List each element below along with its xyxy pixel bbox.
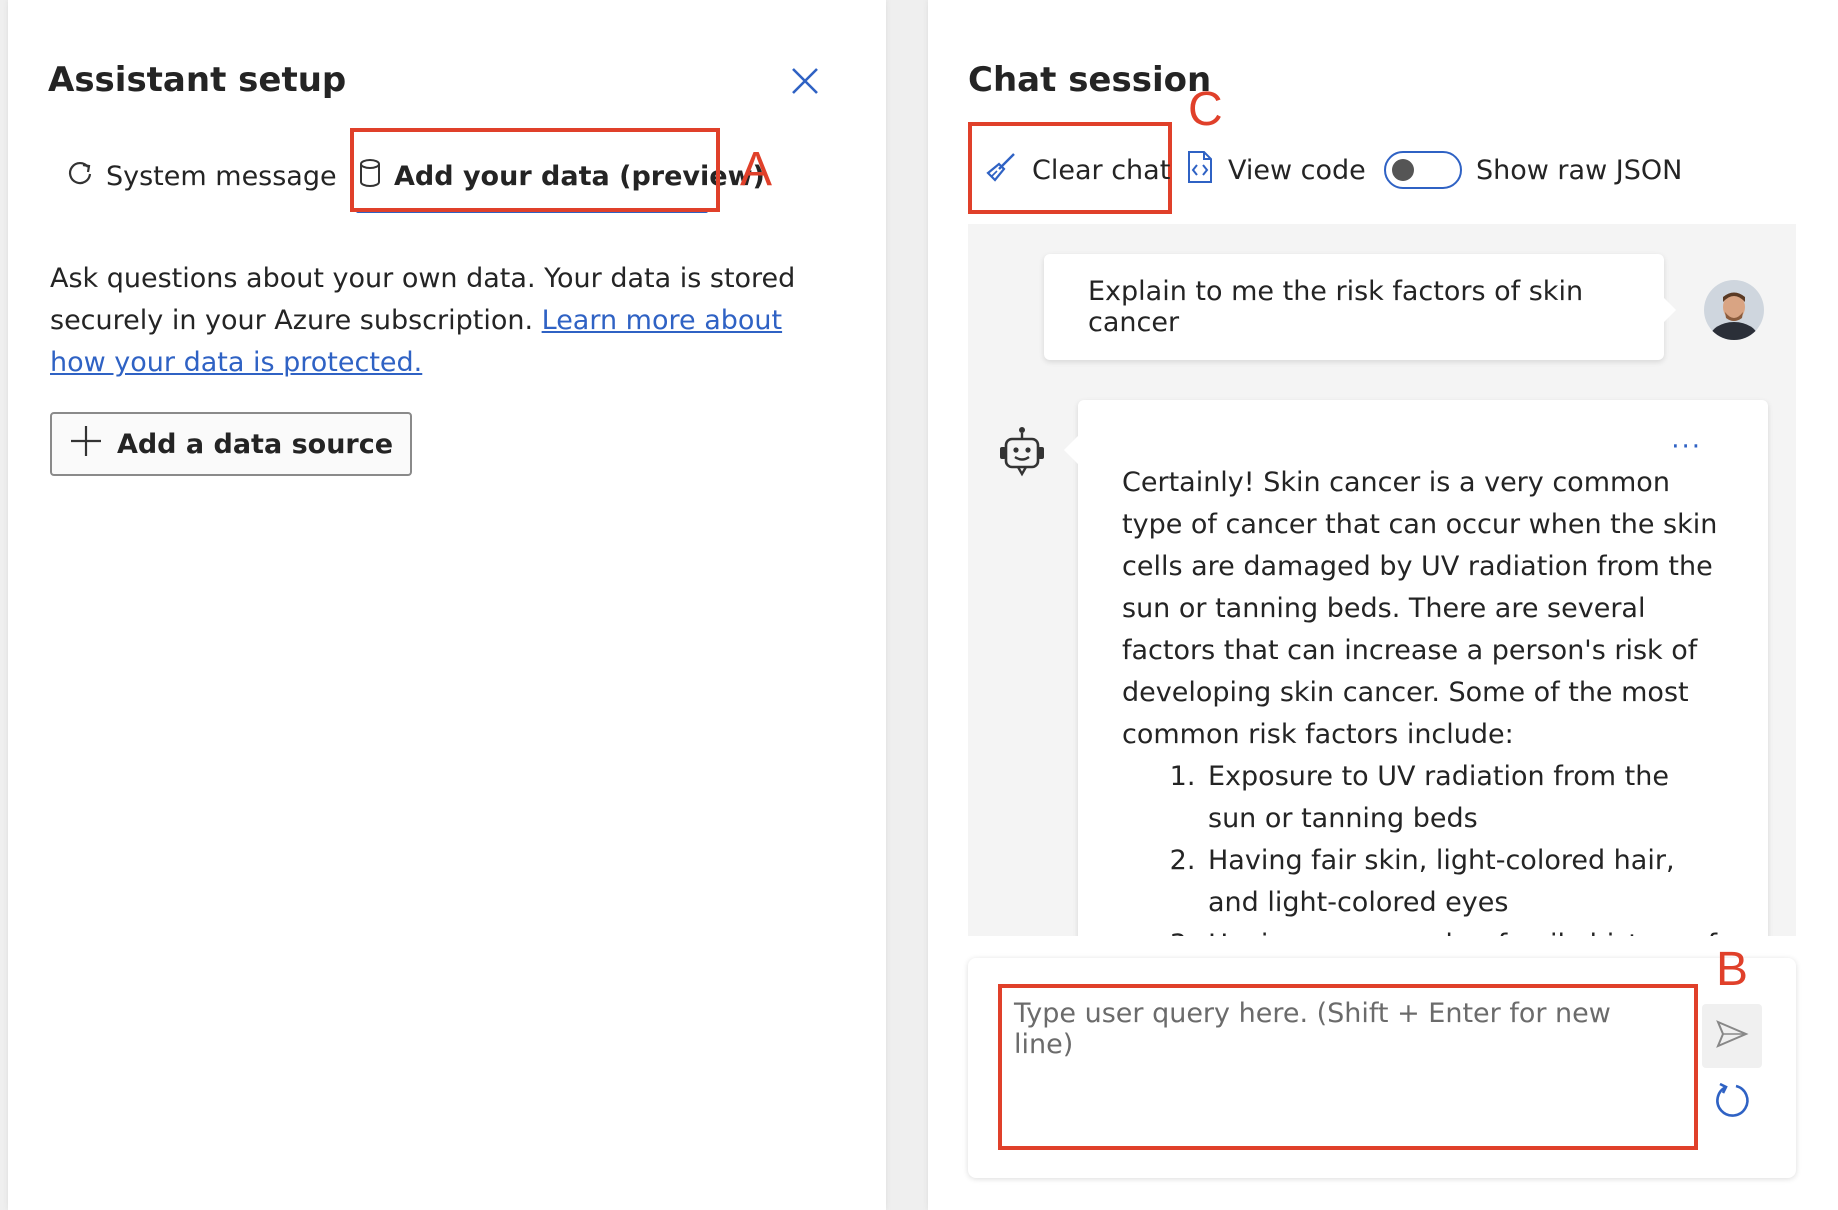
tab-label: System message bbox=[106, 160, 337, 192]
risk-factor-list: Exposure to UV radiation from the sun or… bbox=[1122, 756, 1724, 936]
raw-json-label: Show raw JSON bbox=[1476, 154, 1683, 186]
assistant-message-text: Certainly! Skin cancer is a very common … bbox=[1122, 467, 1718, 750]
toggle-switch[interactable] bbox=[1384, 151, 1462, 189]
annotation-box-b bbox=[998, 984, 1698, 1150]
view-code-label: View code bbox=[1228, 154, 1366, 186]
panel-title: Chat session bbox=[968, 60, 1212, 100]
close-icon[interactable] bbox=[788, 64, 822, 98]
clear-chat-button[interactable]: Clear chat bbox=[984, 148, 1170, 192]
list-item: Exposure to UV radiation from the sun or… bbox=[1204, 756, 1724, 840]
broom-icon bbox=[984, 150, 1018, 191]
avatar bbox=[1704, 280, 1764, 340]
clear-chat-label: Clear chat bbox=[1032, 154, 1171, 186]
more-options-icon[interactable]: ··· bbox=[1671, 426, 1702, 468]
toggle-knob bbox=[1392, 159, 1414, 181]
annotation-box-a bbox=[350, 128, 720, 212]
view-code-button[interactable]: View code bbox=[1186, 148, 1366, 192]
send-icon bbox=[1715, 1019, 1749, 1053]
button-label: Add a data source bbox=[116, 428, 394, 460]
user-message: Explain to me the risk factors of skin c… bbox=[1044, 254, 1676, 360]
tab-system-message[interactable]: System message bbox=[66, 154, 337, 198]
chat-history[interactable]: Explain to me the risk factors of skin c… bbox=[968, 224, 1796, 936]
panel-title: Assistant setup bbox=[48, 60, 347, 100]
assistant-setup-panel: Assistant setup System message Add your … bbox=[8, 0, 886, 1210]
annotation-label-a: A bbox=[740, 143, 773, 196]
annotation-label-c: C bbox=[1188, 83, 1223, 136]
send-button[interactable] bbox=[1702, 1004, 1762, 1068]
refresh-icon bbox=[66, 159, 94, 194]
add-data-source-button[interactable]: Add a data source bbox=[50, 412, 412, 476]
user-message-text: Explain to me the risk factors of skin c… bbox=[1088, 276, 1584, 338]
show-raw-json-toggle[interactable]: Show raw JSON bbox=[1384, 148, 1682, 192]
code-file-icon bbox=[1186, 150, 1214, 191]
annotation-label-b: B bbox=[1716, 943, 1749, 996]
chat-session-panel: Chat session C Clear chat View code Show… bbox=[928, 0, 1838, 1210]
list-item: Having a personal or family history of s… bbox=[1204, 924, 1724, 936]
list-item: Having fair skin, light-colored hair, an… bbox=[1204, 840, 1724, 924]
plus-icon bbox=[69, 424, 103, 465]
regenerate-icon[interactable] bbox=[1712, 1080, 1752, 1120]
assistant-message: ··· Certainly! Skin cancer is a very com… bbox=[1064, 400, 1768, 936]
data-description: Ask questions about your own data. Your … bbox=[50, 258, 810, 384]
bot-icon bbox=[998, 426, 1046, 480]
